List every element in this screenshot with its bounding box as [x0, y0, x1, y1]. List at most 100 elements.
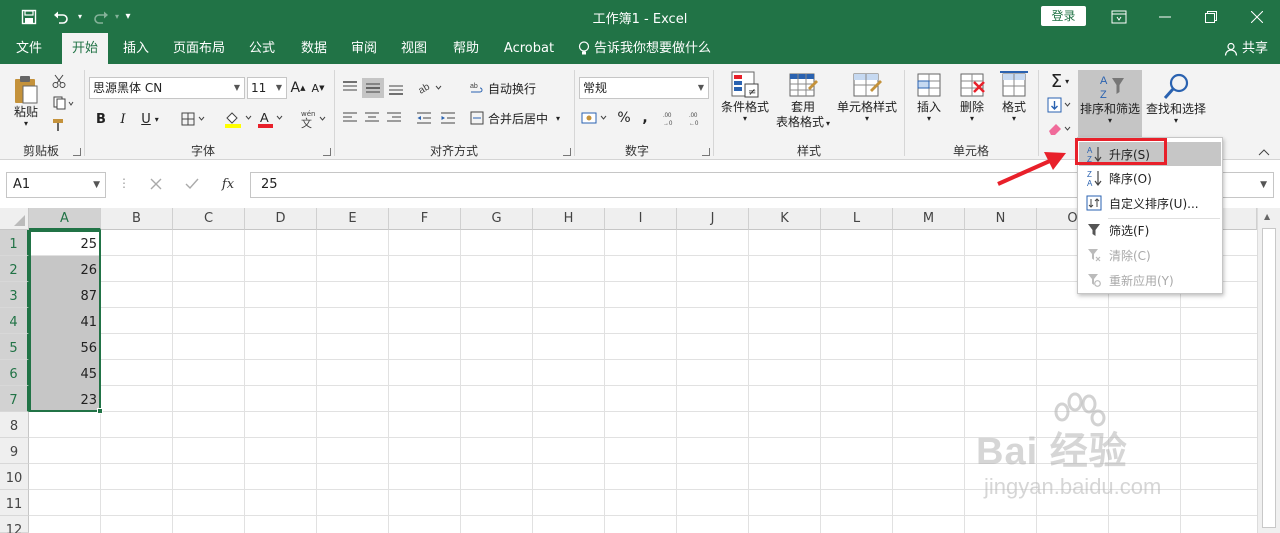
login-button[interactable]: 登录 [1041, 6, 1086, 26]
confirm-entry-icon[interactable] [182, 174, 202, 194]
align-top-icon[interactable] [340, 78, 360, 98]
formula-bar-grip-icon[interactable]: ⋮ [118, 176, 130, 194]
clear-icon[interactable] [1044, 118, 1076, 140]
restore-icon[interactable] [1188, 0, 1234, 33]
tell-me-box[interactable]: 告诉我你想要做什么 [578, 33, 711, 64]
vertical-scrollbar[interactable]: ▲ [1257, 208, 1280, 533]
format-cells-button[interactable]: 格式 ▾ [994, 70, 1034, 138]
scrollbar-thumb[interactable] [1262, 228, 1276, 528]
bold-icon[interactable]: B [92, 108, 110, 130]
column-header-n[interactable]: N [965, 208, 1037, 230]
row-header-12[interactable]: 12 [0, 516, 29, 533]
delete-cells-button[interactable]: 删除 ▾ [952, 70, 992, 138]
comma-style-icon[interactable]: , [638, 108, 652, 128]
row-header-8[interactable]: 8 [0, 412, 29, 438]
tab-insert[interactable]: 插入 [114, 33, 158, 64]
alignment-dialog-launcher[interactable] [563, 148, 571, 156]
tab-view[interactable]: 视图 [392, 33, 436, 64]
share-button[interactable]: 共享 [1224, 33, 1268, 64]
collapse-ribbon-icon[interactable] [1256, 146, 1272, 158]
number-dialog-launcher[interactable] [702, 148, 710, 156]
row-header-2[interactable]: 2 [0, 256, 29, 282]
minimize-icon[interactable] [1142, 0, 1188, 33]
column-header-m[interactable]: M [893, 208, 965, 230]
font-name-combo[interactable]: 思源黑体 CN ▼ [89, 77, 245, 99]
tab-home[interactable]: 开始 [62, 33, 108, 64]
column-header-h[interactable]: H [533, 208, 605, 230]
column-header-a[interactable]: A [29, 208, 101, 230]
decrease-indent-icon[interactable] [414, 108, 434, 128]
align-right-icon[interactable] [384, 108, 404, 128]
tab-page-layout[interactable]: 页面布局 [168, 33, 230, 64]
wrap-text-button[interactable]: ab 自动换行 [470, 78, 546, 98]
row-header-9[interactable]: 9 [0, 438, 29, 464]
insert-function-icon[interactable]: fx [216, 174, 240, 194]
name-box[interactable]: A1 ▼ [6, 172, 106, 198]
close-icon[interactable] [1234, 0, 1280, 33]
accounting-format-icon[interactable] [580, 108, 610, 128]
row-header-4[interactable]: 4 [0, 308, 29, 334]
column-header-f[interactable]: F [389, 208, 461, 230]
align-center-icon[interactable] [362, 108, 382, 128]
merge-center-button[interactable]: 合并后居中 ▾ [470, 108, 570, 128]
fill-handle[interactable] [97, 408, 103, 414]
borders-icon[interactable] [178, 108, 210, 130]
tab-acrobat[interactable]: Acrobat [498, 33, 560, 64]
row-header-6[interactable]: 6 [0, 360, 29, 386]
menu-item-reapply[interactable]: 重新应用(Y) [1079, 268, 1221, 292]
scroll-up-icon[interactable]: ▲ [1264, 212, 1270, 221]
decrease-font-icon[interactable]: A ▼ [310, 77, 326, 99]
clipboard-dialog-launcher[interactable] [73, 148, 81, 156]
column-header-b[interactable]: B [101, 208, 173, 230]
align-bottom-icon[interactable] [386, 78, 406, 98]
cancel-entry-icon[interactable] [146, 174, 166, 194]
increase-indent-icon[interactable] [438, 108, 458, 128]
italic-icon[interactable]: I [114, 108, 132, 130]
orientation-icon[interactable]: ab [416, 78, 446, 98]
autosum-icon[interactable]: Σ ▾ [1044, 70, 1076, 92]
format-painter-icon[interactable] [50, 116, 68, 134]
column-header-j[interactable]: J [677, 208, 749, 230]
column-header-i[interactable]: I [605, 208, 677, 230]
find-select-button[interactable]: 查找和选择 ▾ [1144, 70, 1208, 138]
decrease-decimal-icon[interactable]: .00 ←0 [686, 108, 708, 128]
fill-down-icon[interactable] [1044, 94, 1076, 116]
tab-file[interactable]: 文件 [6, 33, 52, 64]
increase-font-icon[interactable]: A ▲ [290, 77, 306, 99]
tab-review[interactable]: 审阅 [342, 33, 386, 64]
menu-item-clear[interactable]: 清除(C) [1079, 243, 1221, 267]
menu-item-filter[interactable]: 筛选(F) [1079, 218, 1221, 242]
increase-decimal-icon[interactable]: .00 →0 [660, 108, 682, 128]
select-all-corner[interactable] [0, 208, 29, 230]
column-header-e[interactable]: E [317, 208, 389, 230]
row-header-11[interactable]: 11 [0, 490, 29, 516]
row-header-5[interactable]: 5 [0, 334, 29, 360]
copy-icon[interactable] [50, 94, 78, 112]
row-header-10[interactable]: 10 [0, 464, 29, 490]
ribbon-display-options-icon[interactable] [1096, 0, 1142, 33]
cell-styles-button[interactable]: 单元格样式 ▾ [834, 70, 900, 138]
insert-cells-button[interactable]: 插入 ▾ [908, 70, 950, 138]
fill-color-icon[interactable] [222, 108, 256, 130]
font-dialog-launcher[interactable] [323, 148, 331, 156]
row-header-1[interactable]: 1 [0, 230, 29, 256]
row-header-3[interactable]: 3 [0, 282, 29, 308]
sort-filter-button[interactable]: AZ 排序和筛选 ▾ [1078, 70, 1142, 138]
align-middle-icon[interactable] [362, 78, 384, 98]
format-as-table-button[interactable]: 套用 表格格式 ▾ [774, 70, 832, 142]
column-header-d[interactable]: D [245, 208, 317, 230]
percent-icon[interactable]: % [614, 108, 634, 128]
column-header-c[interactable]: C [173, 208, 245, 230]
column-header-k[interactable]: K [749, 208, 821, 230]
menu-item-custom-sort[interactable]: 自定义排序(U)... [1079, 191, 1221, 215]
cut-icon[interactable] [50, 72, 68, 90]
row-header-7[interactable]: 7 [0, 386, 29, 412]
align-left-icon[interactable] [340, 108, 360, 128]
tab-data[interactable]: 数据 [292, 33, 336, 64]
menu-item-sort-descending[interactable]: ZA 降序(O) [1079, 166, 1221, 190]
tab-formulas[interactable]: 公式 [240, 33, 284, 64]
font-size-combo[interactable]: 11 ▼ [247, 77, 287, 99]
font-color-icon[interactable]: A [256, 108, 286, 130]
underline-icon[interactable]: U ▾ [136, 108, 164, 130]
column-header-l[interactable]: L [821, 208, 893, 230]
